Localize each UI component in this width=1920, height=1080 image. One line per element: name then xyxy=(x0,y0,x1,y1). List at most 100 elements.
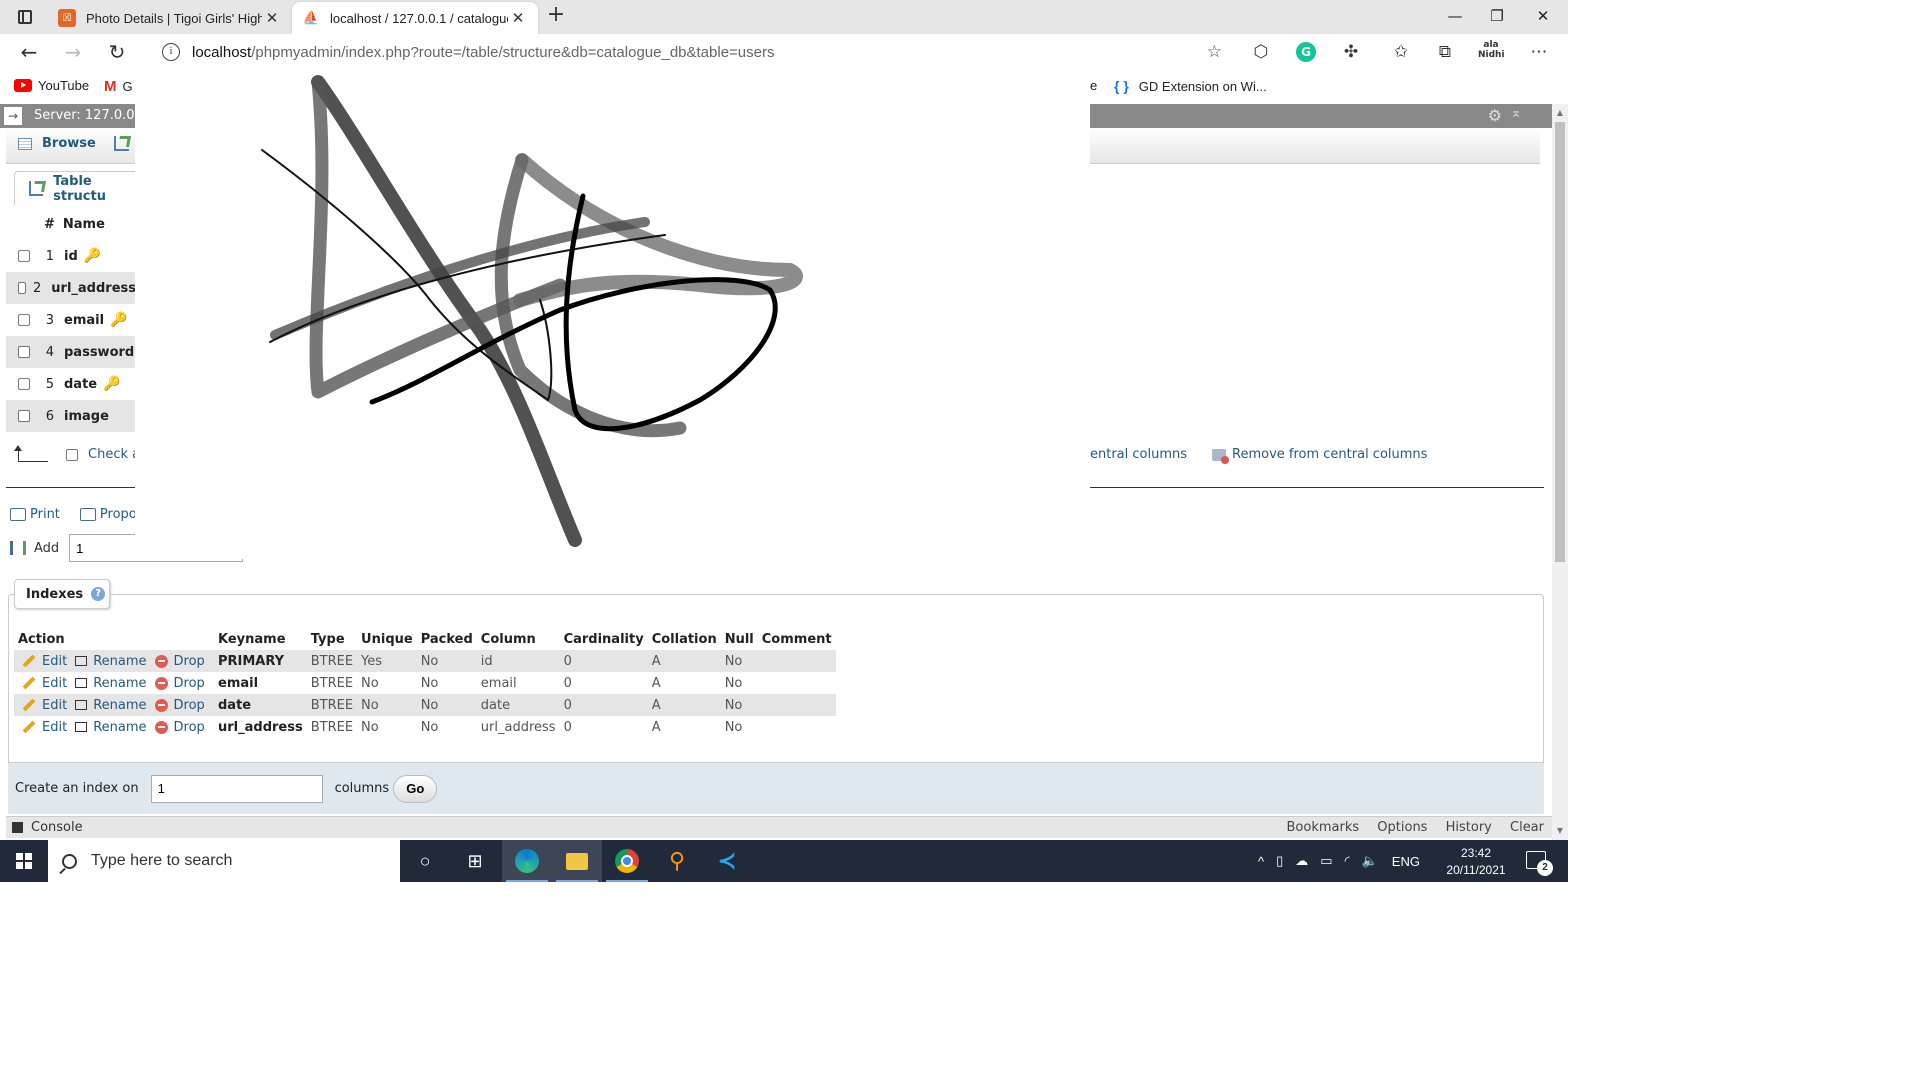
favorites-icon[interactable]: ✩ xyxy=(1388,40,1414,64)
propose-structure-link[interactable]: Propo xyxy=(100,507,137,522)
console-bookmarks-link[interactable]: Bookmarks xyxy=(1287,820,1360,835)
volume-icon[interactable]: 🔈 xyxy=(1362,853,1378,869)
rename-icon xyxy=(75,700,88,710)
check-all-label[interactable]: Check a xyxy=(88,447,140,462)
new-tab-button[interactable]: + xyxy=(544,4,568,28)
bookmark-truncated[interactable]: e xyxy=(1090,78,1097,93)
tab-actions-icon[interactable] xyxy=(10,7,38,27)
propose-structure-icon xyxy=(79,508,96,521)
remove-central-columns-link[interactable]: Remove from central columns xyxy=(1212,447,1427,464)
console-clear-link[interactable]: Clear xyxy=(1510,820,1544,835)
scrollbar-thumb[interactable] xyxy=(1555,122,1565,562)
grammarly-icon[interactable]: G xyxy=(1296,42,1316,62)
device-icon[interactable]: ▯ xyxy=(1276,853,1283,869)
console-history-link[interactable]: History xyxy=(1446,820,1492,835)
cortana-button[interactable]: ○ xyxy=(400,840,450,882)
rename-index-link[interactable]: Rename xyxy=(67,698,147,713)
row-checkbox[interactable] xyxy=(18,378,30,390)
divider xyxy=(1090,487,1544,488)
chrome-icon xyxy=(615,849,639,873)
column-name: password xyxy=(64,344,135,360)
pencil-icon xyxy=(22,720,36,734)
row-checkbox[interactable] xyxy=(18,250,30,262)
bookmark-gd-extension[interactable]: { } GD Extension on Wi... xyxy=(1114,78,1267,94)
console-toggle[interactable]: Console xyxy=(12,820,83,835)
taskbar-vscode[interactable]: ≺ xyxy=(702,840,752,882)
row-checkbox[interactable] xyxy=(18,314,30,326)
close-tab-icon[interactable]: ✕ xyxy=(508,9,528,27)
collapse-nav-button[interactable]: → xyxy=(4,107,22,125)
youtube-icon xyxy=(14,79,32,92)
taskbar-search-app[interactable]: ⚲ xyxy=(652,840,702,882)
show-hidden-icons[interactable]: ^ xyxy=(1258,854,1264,869)
page-scrollbar[interactable]: ▲ ▼ xyxy=(1552,104,1568,840)
tab-browse[interactable]: Browse xyxy=(18,136,96,151)
close-tab-icon[interactable]: ✕ xyxy=(262,9,282,27)
onedrive-icon[interactable]: ☁ xyxy=(1295,853,1308,869)
redaction-overlay xyxy=(135,104,1090,559)
extensions-puzzle-icon[interactable]: ✣ xyxy=(1338,40,1364,64)
notification-center-icon[interactable]: 2 xyxy=(1526,851,1553,876)
drop-index-link[interactable]: Drop xyxy=(147,676,205,691)
row-checkbox[interactable] xyxy=(18,410,30,422)
gmail-icon: M xyxy=(104,78,117,95)
column-name: image xyxy=(64,408,109,424)
index-key-icon: 🔑 xyxy=(103,376,121,392)
drop-index-link[interactable]: Drop xyxy=(147,720,205,735)
structure-header-row: # Name xyxy=(6,208,136,240)
print-link[interactable]: Print xyxy=(30,507,60,522)
add-to-central-columns-link[interactable]: entral columns xyxy=(1090,447,1187,462)
edit-index-link[interactable]: Edit xyxy=(18,676,67,691)
taskbar-file-explorer[interactable] xyxy=(552,840,602,882)
edit-index-link[interactable]: Edit xyxy=(18,698,67,713)
taskbar-search[interactable]: Type here to search xyxy=(48,840,400,882)
subtab-table-structure[interactable]: Table structu xyxy=(14,171,144,205)
edit-index-link[interactable]: Edit xyxy=(18,654,67,669)
drop-index-link[interactable]: Drop xyxy=(147,698,205,713)
create-index-columns-input[interactable] xyxy=(150,774,323,803)
profile-avatar[interactable]: ala Nidhi xyxy=(1478,40,1505,64)
maximize-button[interactable]: ❐ xyxy=(1474,0,1520,32)
bookmark-gmail[interactable]: MG xyxy=(104,78,133,95)
minimize-button[interactable]: — xyxy=(1432,0,1478,32)
browser-tab-phpmyadmin[interactable]: ⛵ localhost / 127.0.0.1 / catalogue_ ✕ xyxy=(292,2,538,34)
null-header: Null xyxy=(720,628,758,650)
add-favorite-icon[interactable]: ☆ xyxy=(1207,42,1222,62)
rename-index-link[interactable]: Rename xyxy=(67,720,147,735)
taskbar-chrome[interactable] xyxy=(602,840,652,882)
scroll-up-icon[interactable]: ▲ xyxy=(1552,106,1568,120)
back-button[interactable]: ← xyxy=(14,38,44,66)
forward-button[interactable]: → xyxy=(58,38,88,66)
server-label[interactable]: Server: 127.0.0 xyxy=(34,108,135,123)
battery-icon[interactable]: ▭ xyxy=(1320,853,1332,869)
help-icon[interactable]: ? xyxy=(91,587,106,601)
site-info-icon[interactable]: i xyxy=(162,43,180,61)
console-options-link[interactable]: Options xyxy=(1377,820,1427,835)
rename-index-link[interactable]: Rename xyxy=(67,654,147,669)
refresh-button[interactable]: ↻ xyxy=(102,38,132,66)
extension-cube-icon[interactable]: ⬡ xyxy=(1248,40,1274,64)
address-bar[interactable]: i localhost/phpmyadmin/index.php?route=/… xyxy=(148,37,1232,67)
start-button[interactable] xyxy=(0,840,48,882)
browser-tab-photo-details[interactable]: ☒ Photo Details | Tigoi Girls' High S ✕ xyxy=(48,2,292,34)
collections-icon[interactable]: ⧉ xyxy=(1432,40,1458,64)
more-menu-icon[interactable]: ⋯ xyxy=(1526,40,1552,64)
drop-index-link[interactable]: Drop xyxy=(147,654,205,669)
close-window-button[interactable]: ✕ xyxy=(1520,0,1566,32)
collapse-top-icon[interactable]: ⌅ xyxy=(1510,105,1522,121)
settings-gear-icon[interactable]: ⚙ xyxy=(1488,106,1502,125)
row-checkbox[interactable] xyxy=(18,346,30,358)
check-all-checkbox[interactable] xyxy=(66,448,78,461)
wifi-icon[interactable]: ◜ xyxy=(1345,853,1350,869)
language-indicator[interactable]: ENG xyxy=(1392,854,1420,869)
edit-index-link[interactable]: Edit xyxy=(18,720,67,735)
bookmark-youtube[interactable]: YouTube xyxy=(14,78,89,93)
rename-index-link[interactable]: Rename xyxy=(67,676,147,691)
taskbar-clock[interactable]: 23:42 20/11/2021 xyxy=(1440,845,1512,879)
task-view-button[interactable]: ⊞ xyxy=(450,840,500,882)
taskbar-edge[interactable] xyxy=(502,840,552,882)
scroll-down-icon[interactable]: ▼ xyxy=(1552,824,1568,838)
phpmyadmin-favicon-icon: ⛵ xyxy=(302,10,320,26)
row-checkbox[interactable] xyxy=(18,282,26,294)
go-button[interactable]: Go xyxy=(393,774,438,803)
